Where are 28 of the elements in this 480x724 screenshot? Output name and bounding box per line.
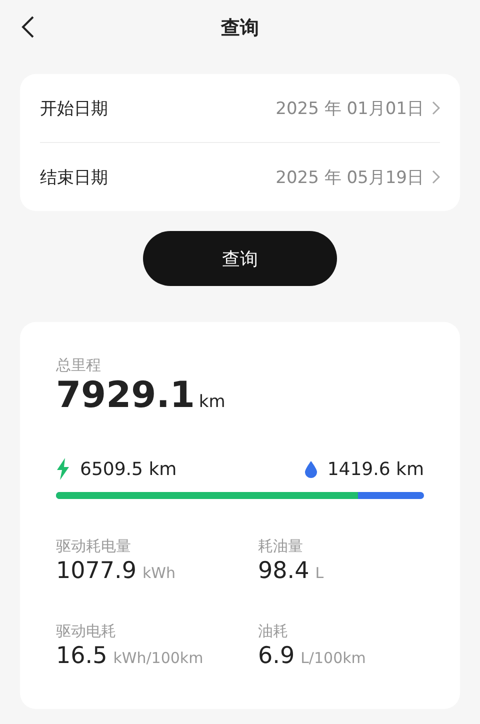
electric-mileage: 6509.5 km xyxy=(80,458,177,480)
date-picker[interactable]: 2025 年 05月19日 xyxy=(276,166,440,188)
stat-value: 1077.9 xyxy=(56,558,136,584)
stat-value: 6.9 xyxy=(258,643,295,669)
stat-value: 16.5 xyxy=(56,643,108,669)
chevron-icon xyxy=(432,101,440,115)
stat-value: 98.4 xyxy=(258,558,310,584)
chevron-icon xyxy=(432,170,440,184)
droplet-icon xyxy=(305,460,318,478)
stat-label: 驱动电耗 xyxy=(56,622,117,641)
stat-label: 驱动耗电量 xyxy=(56,537,132,556)
lightning-icon xyxy=(56,458,70,480)
stat-unit: L/100km xyxy=(300,649,366,667)
stat-unit: kWh/100km xyxy=(113,649,204,667)
date-label: 结束日期 xyxy=(40,166,108,188)
date-label: 开始日期 xyxy=(40,98,108,120)
page-title: 查询 xyxy=(221,16,259,41)
back-icon xyxy=(21,15,35,39)
stat-unit: kWh xyxy=(142,564,176,582)
unit-label: km xyxy=(198,392,226,412)
stat-label: 耗油量 xyxy=(258,537,304,556)
stat-unit: L xyxy=(315,564,324,582)
total-mileage-label: 总里程 xyxy=(56,356,102,375)
fuel-mileage: 1419.6 km xyxy=(327,458,424,480)
query-button[interactable]: 查询 xyxy=(143,231,337,286)
date-picker[interactable]: 2025 年 01月01日 xyxy=(276,96,440,120)
total-mileage-value: 7929.1 xyxy=(56,375,195,416)
stat-label: 油耗 xyxy=(258,622,289,641)
